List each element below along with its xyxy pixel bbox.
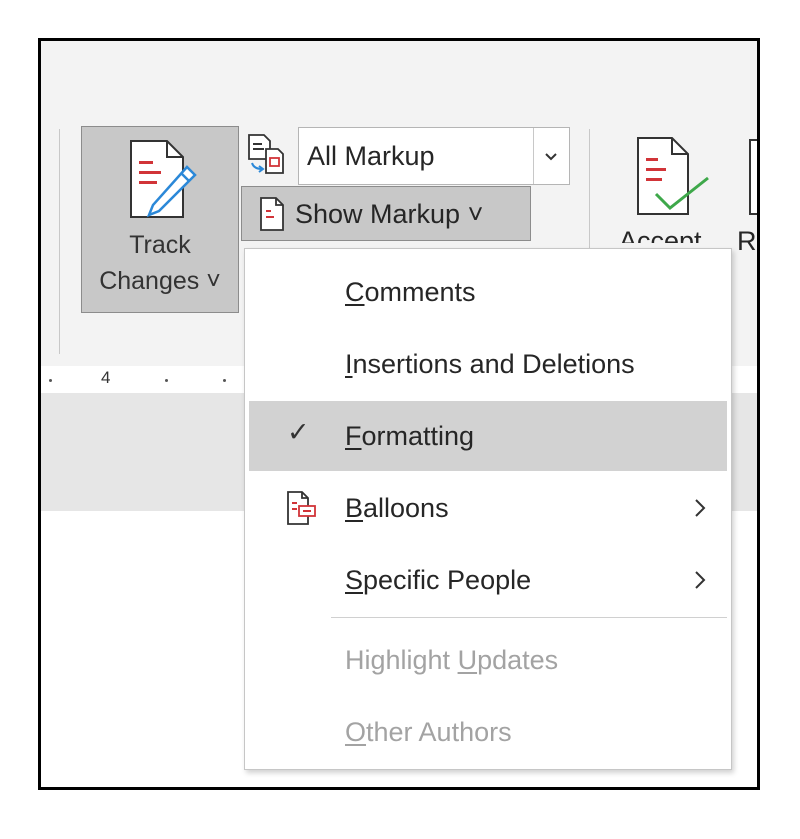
menu-item-label: Other Authors (345, 717, 512, 747)
menu-separator (331, 617, 727, 618)
ruler-tick (49, 379, 52, 382)
menu-item-label: Insertions and Deletions (345, 349, 635, 379)
menu-item-label: Comments (345, 277, 476, 307)
show-markup-button[interactable]: Show Markup ˅ (241, 186, 531, 241)
menu-item-other-authors: Other Authors (249, 697, 727, 767)
reject-label: Re (737, 226, 757, 256)
chevron-right-icon (693, 497, 707, 524)
checkmark-icon: ✓ (287, 417, 310, 447)
menu-item-comments[interactable]: Comments (249, 257, 727, 327)
menu-item-balloons[interactable]: Balloons (249, 473, 727, 543)
accept-icon[interactable] (634, 136, 714, 223)
show-markup-label: Show Markup ˅ (295, 199, 484, 229)
reject-icon[interactable] (749, 139, 757, 215)
screenshot-frame: Track Changes ˅ All Markup Show Markup ˅… (38, 38, 760, 790)
markup-display-select[interactable]: All Markup (298, 127, 570, 185)
ruler-tick (223, 379, 226, 382)
chevron-down-icon[interactable] (533, 128, 569, 184)
group-separator (59, 129, 60, 354)
menu-item-label: Specific People (345, 565, 532, 595)
track-changes-label-line2: Changes ˅ (99, 267, 221, 295)
menu-item-highlight-updates: Highlight Updates (249, 625, 727, 695)
menu-item-formatting[interactable]: ✓ Formatting (249, 401, 727, 471)
markup-display-value: All Markup (307, 141, 435, 171)
menu-item-label: Formatting (345, 421, 475, 451)
menu-item-label: Balloons (345, 493, 449, 523)
ruler-number: 4 (101, 368, 111, 387)
chevron-right-icon (693, 569, 707, 596)
ruler-tick (165, 379, 168, 382)
track-changes-icon (127, 139, 197, 226)
track-changes-label-line1: Track (129, 231, 191, 259)
track-changes-button[interactable]: Track Changes ˅ (81, 126, 239, 313)
display-for-review-icon (246, 133, 286, 180)
menu-item-insertions-and-deletions[interactable]: Insertions and Deletions (249, 329, 727, 399)
menu-item-label: Highlight Updates (345, 645, 559, 675)
balloons-icon (285, 490, 319, 531)
show-markup-icon (258, 196, 286, 237)
menu-item-specific-people[interactable]: Specific People (249, 545, 727, 615)
show-markup-menu: Comments Insertions and Deletions ✓ Form… (244, 248, 732, 770)
